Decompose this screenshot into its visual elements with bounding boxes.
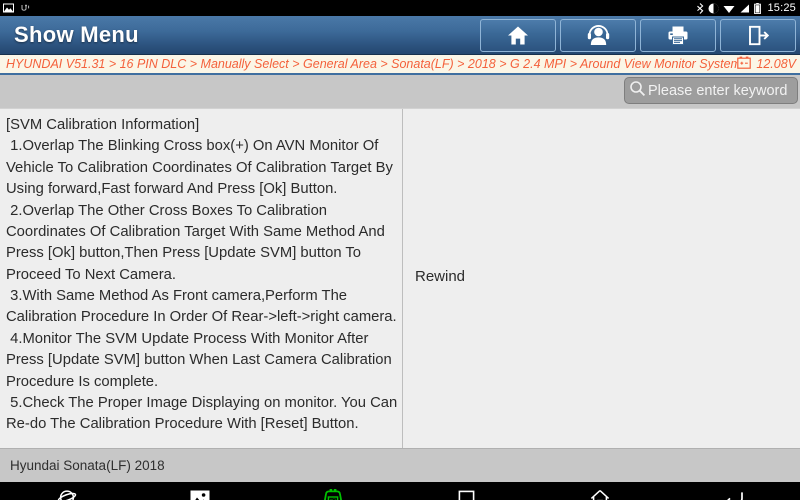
browser-button[interactable] (0, 482, 133, 500)
calibration-info-text: [SVM Calibration Information] 1.Overlap … (6, 117, 398, 433)
header-toolbar (480, 18, 796, 52)
vci-button[interactable]: VCI (267, 482, 400, 500)
square-icon (458, 490, 475, 500)
exit-icon (747, 25, 769, 46)
sound-icon (708, 3, 719, 14)
status-notifications (3, 3, 31, 13)
home-button[interactable] (533, 482, 666, 500)
usb-icon (20, 3, 31, 13)
print-button[interactable] (640, 18, 716, 52)
action-panel: Rewind (403, 109, 800, 448)
vehicle-label: Hyundai Sonata(LF) 2018 (10, 458, 165, 473)
voltage-indicator: 12.08V (737, 56, 796, 72)
main-content: [SVM Calibration Information] 1.Overlap … (0, 108, 800, 448)
bluetooth-icon (696, 2, 704, 14)
breadcrumb: HYUNDAI V51.31 > 16 PIN DLC > Manually S… (0, 55, 800, 75)
wifi-icon (723, 3, 735, 14)
signal-icon (739, 3, 750, 14)
rewind-label[interactable]: Rewind (415, 268, 465, 285)
printer-icon (667, 25, 689, 46)
battery-icon (754, 2, 762, 14)
clock-label: 15:25 (767, 2, 796, 14)
exit-button[interactable] (720, 18, 796, 52)
search-icon (629, 80, 646, 102)
car-battery-icon (737, 56, 752, 72)
android-nav-bar: VCI (0, 482, 800, 500)
browser-icon (57, 488, 77, 500)
search-band: Please enter keyword (0, 75, 800, 108)
page-title: Show Menu (14, 22, 139, 47)
app-header: Show Menu (0, 16, 800, 55)
status-system-icons: 15:25 (696, 2, 796, 14)
home-button[interactable] (480, 18, 556, 52)
support-button[interactable] (560, 18, 636, 52)
breadcrumb-path[interactable]: HYUNDAI V51.31 > 16 PIN DLC > Manually S… (6, 57, 737, 71)
gallery-icon (190, 490, 210, 500)
android-status-bar: 15:25 (0, 0, 800, 16)
voltage-value: 12.08V (756, 57, 796, 71)
home-icon (507, 25, 529, 46)
vci-icon: VCI (321, 488, 345, 500)
status-footer: Hyundai Sonata(LF) 2018 (0, 448, 800, 482)
calibration-info-panel[interactable]: [SVM Calibration Information] 1.Overlap … (0, 109, 403, 448)
gallery-button[interactable] (133, 482, 266, 500)
home-icon (590, 489, 610, 500)
recents-button[interactable] (400, 482, 533, 500)
screenshot-icon (3, 3, 14, 13)
back-button[interactable] (667, 482, 800, 500)
headset-icon (587, 24, 610, 46)
search-input[interactable]: Please enter keyword (624, 77, 798, 104)
search-placeholder: Please enter keyword (648, 82, 788, 99)
back-arrow-icon (723, 489, 744, 500)
